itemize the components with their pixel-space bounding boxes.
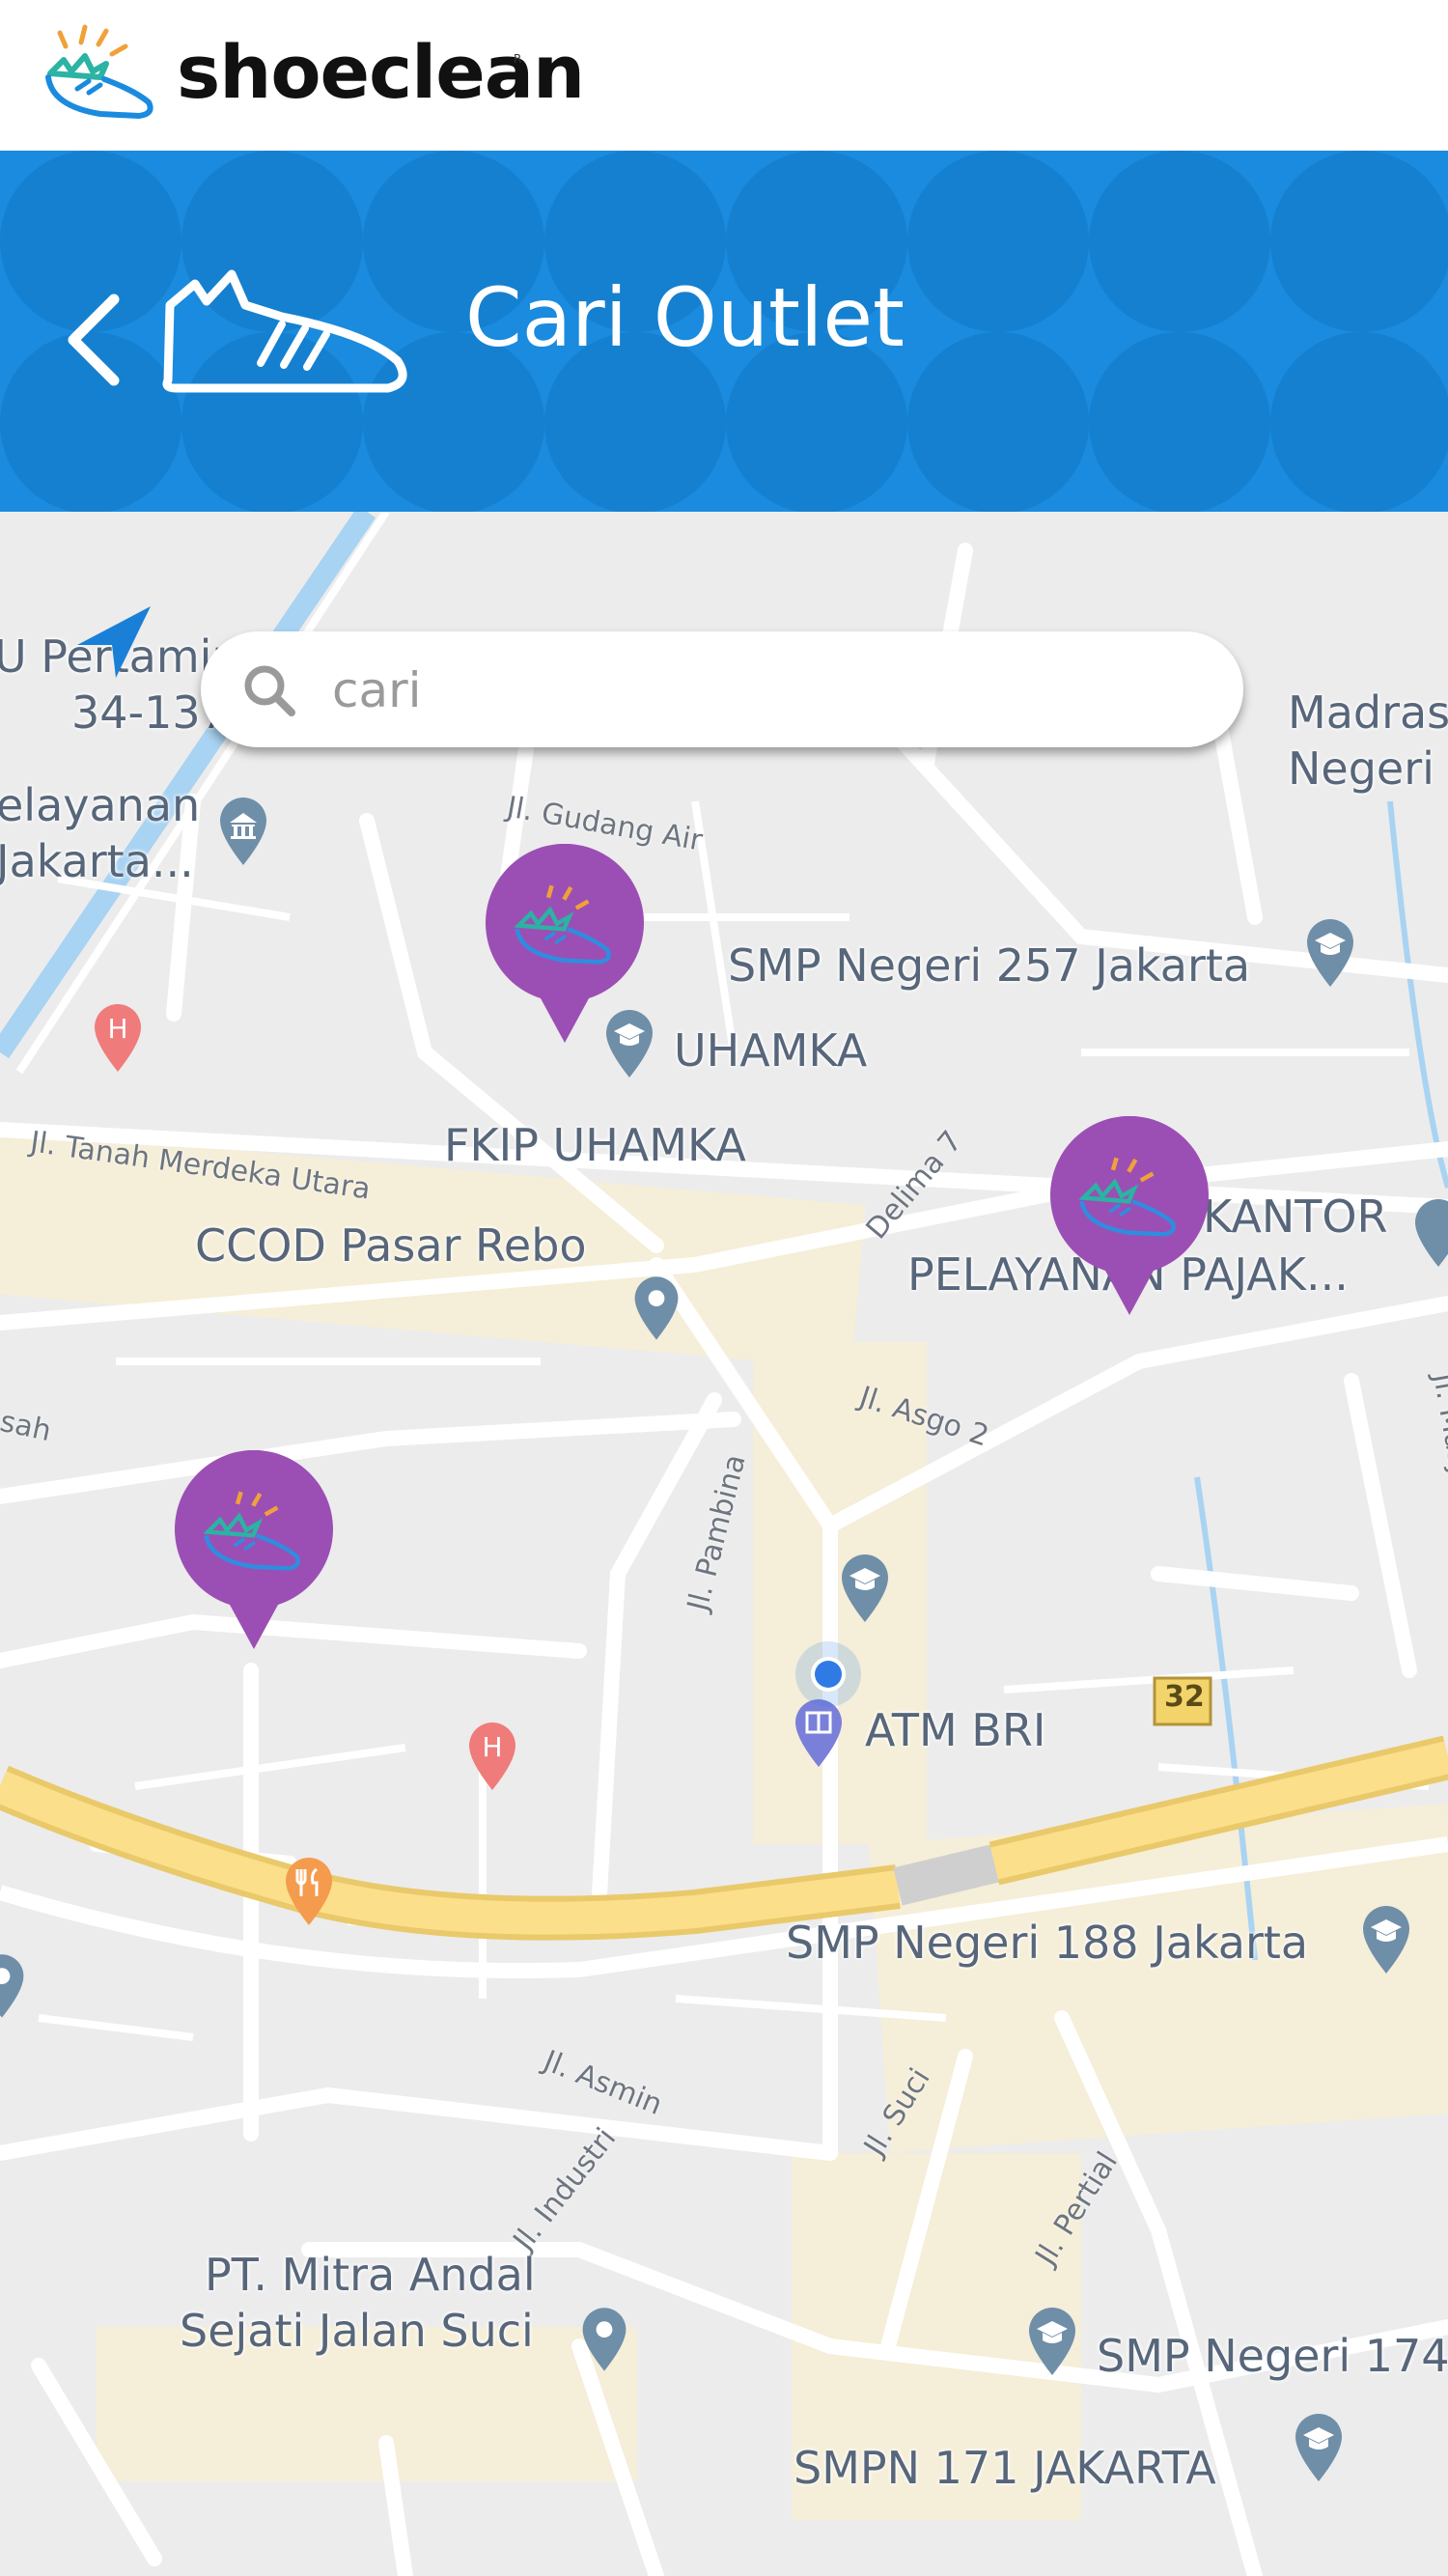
place-pin-icon[interactable] <box>0 1950 29 2020</box>
search-input[interactable] <box>330 651 1203 730</box>
back-button[interactable] <box>60 274 127 400</box>
school-icon[interactable] <box>836 1551 894 1624</box>
outlet-pin[interactable] <box>1047 1116 1211 1319</box>
shoe-icon <box>162 269 407 393</box>
outlet-map[interactable]: 32 Jl. Gudang Air Jl. Tanah Merdeka Utar… <box>0 512 1448 2576</box>
brand-bar: shoeclean R <box>0 0 1448 151</box>
location-arrow-icon[interactable] <box>73 601 154 682</box>
place-label: Sejati Jalan Suci <box>180 2305 534 2357</box>
current-location-dot <box>795 1641 861 1707</box>
hospital-icon[interactable]: H <box>89 1000 147 1074</box>
place-label: SMPN 171 JAKARTA <box>794 2442 1216 2494</box>
place-label: elayanan <box>0 779 201 831</box>
place-label: Negeri <box>1288 742 1434 795</box>
search-bar <box>201 631 1243 747</box>
page-header: Cari Outlet <box>0 151 1448 512</box>
search-icon <box>244 665 295 716</box>
place-label: Jakarta... <box>0 835 194 887</box>
place-label: ATM BRI <box>865 1704 1046 1756</box>
place-label: CCOD Pasar Rebo <box>195 1219 587 1272</box>
outlet-pin[interactable] <box>172 1450 336 1653</box>
bank-icon[interactable] <box>214 794 272 867</box>
school-icon[interactable] <box>1357 1902 1415 1975</box>
road-number: 32 <box>1164 1680 1205 1714</box>
place-label: UHAMKA <box>674 1024 868 1077</box>
school-icon[interactable] <box>1409 1195 1448 1269</box>
shoeclean-logo-icon <box>45 24 153 120</box>
brand-name: shoeclean <box>177 29 585 115</box>
place-label: PT. Mitra Andal <box>205 2249 536 2301</box>
registered-mark: R <box>514 52 522 66</box>
school-icon[interactable] <box>1301 915 1359 989</box>
place-label: FKIP UHAMKA <box>444 1119 746 1171</box>
place-label: Madras <box>1288 686 1448 739</box>
place-label: KANTOR <box>1203 1190 1388 1243</box>
svg-text:H: H <box>107 1013 127 1045</box>
place-pin-icon[interactable] <box>629 1273 683 1342</box>
page-title: Cari Outlet <box>465 270 905 365</box>
place-label: SMP Negeri 257 Jakarta <box>728 939 1251 992</box>
place-pin-icon[interactable] <box>577 2304 631 2373</box>
restaurant-icon[interactable] <box>280 1854 338 1927</box>
hospital-icon[interactable]: H <box>463 1719 521 1792</box>
school-icon[interactable] <box>1023 2304 1081 2377</box>
svg-text:H: H <box>482 1731 502 1763</box>
place-label: SMP Negeri 174 <box>1097 2330 1448 2382</box>
outlet-pin[interactable] <box>483 844 647 1047</box>
school-icon[interactable] <box>1290 2410 1348 2483</box>
place-label: SMP Negeri 188 Jakarta <box>786 1917 1309 1969</box>
